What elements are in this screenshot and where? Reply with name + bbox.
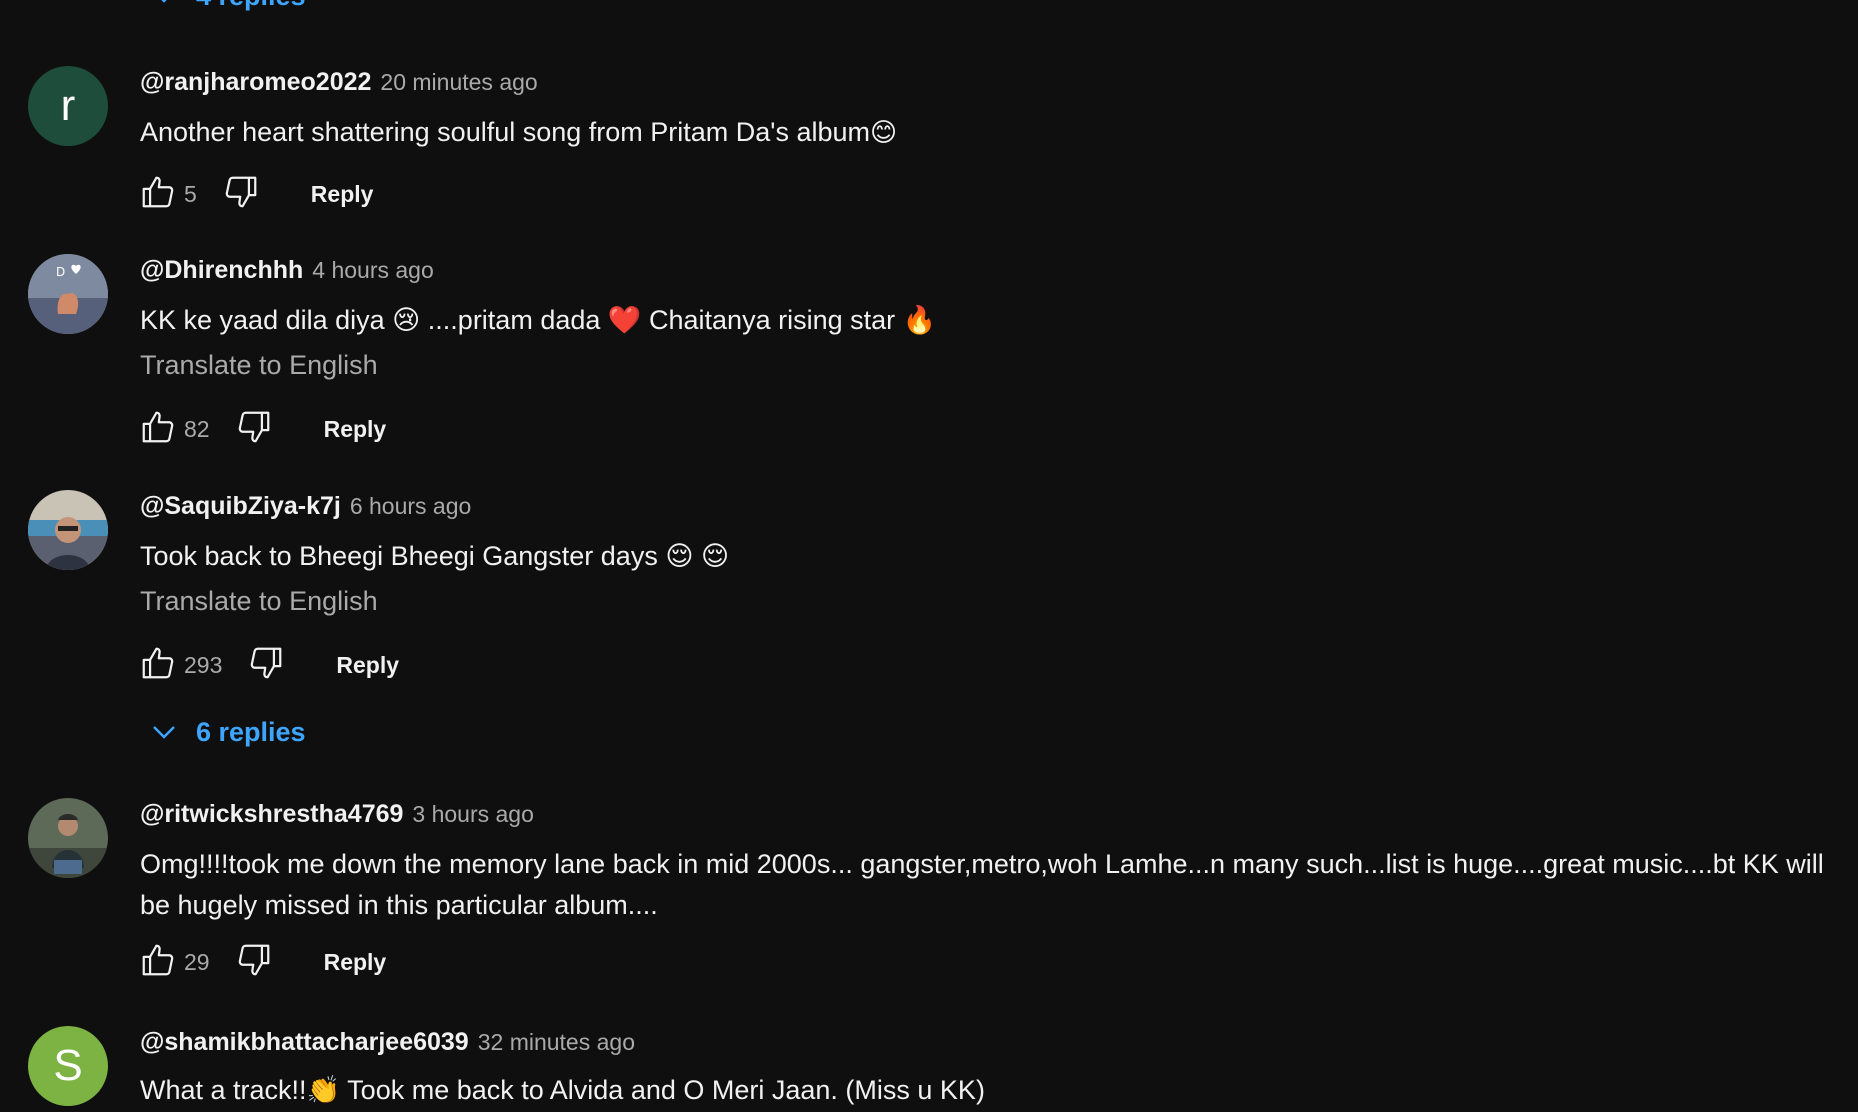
avatar-image (28, 798, 108, 878)
dislike-button[interactable] (219, 172, 263, 216)
comment-author[interactable]: @shamikbhattacharjee6039 (140, 1028, 469, 1057)
comment-text-body: Another heart shattering soulful song fr… (140, 117, 871, 147)
thumbs-down-icon (235, 941, 273, 984)
replies-toggle[interactable]: 6 replies (144, 712, 306, 752)
reply-button[interactable]: Reply (324, 416, 387, 443)
like-count: 82 (184, 415, 210, 442)
comment-action-bar: 29 Reply (136, 938, 386, 986)
translate-button[interactable]: Translate to English (140, 350, 378, 381)
like-button[interactable] (136, 940, 180, 984)
like-count: 5 (184, 180, 197, 207)
avatar-image (28, 490, 108, 570)
comment-action-bar: 293 Reply (136, 641, 399, 689)
avatar[interactable] (28, 490, 108, 570)
comment-header: @ritwickshrestha4769 3 hours ago (140, 800, 534, 836)
thumbs-down-icon (235, 408, 273, 451)
comment-author[interactable]: @ranjharomeo2022 (140, 68, 371, 97)
avatar-letter: S (53, 1041, 83, 1090)
like-button[interactable] (136, 407, 180, 451)
comment-timestamp[interactable]: 20 minutes ago (380, 69, 537, 96)
avatar[interactable] (28, 798, 108, 878)
comment-timestamp[interactable]: 6 hours ago (350, 493, 471, 520)
comment-header: @SaquibZiya-k7j 6 hours ago (140, 492, 471, 528)
like-button[interactable] (136, 172, 180, 216)
dislike-button[interactable] (232, 940, 276, 984)
chevron-down-icon (144, 712, 184, 752)
thumbs-down-icon (247, 644, 285, 687)
thumbs-up-icon (139, 644, 177, 687)
comments-section: 4 replies r @ranjharomeo2022 20 minutes … (0, 0, 1858, 1112)
comment-author[interactable]: @Dhirenchhh (140, 256, 303, 285)
thumbs-up-icon (139, 173, 177, 216)
avatar-image: D (28, 254, 108, 334)
smile-emoji: 😊 (870, 117, 898, 147)
reply-button[interactable]: Reply (311, 181, 374, 208)
replies-count-label: 4 replies (196, 0, 306, 12)
thumbs-down-icon (222, 173, 260, 216)
thumbs-up-icon (139, 941, 177, 984)
comment-timestamp[interactable]: 4 hours ago (312, 257, 433, 284)
comment-author[interactable]: @ritwickshrestha4769 (140, 800, 403, 829)
comment-timestamp[interactable]: 32 minutes ago (478, 1029, 635, 1056)
translate-button[interactable]: Translate to English (140, 586, 378, 617)
comment-text: KK ke yaad dila diya 😢 ....pritam dada ❤… (140, 305, 937, 335)
thumbs-up-icon (139, 408, 177, 451)
reply-button[interactable]: Reply (324, 949, 387, 976)
like-count: 293 (184, 651, 223, 678)
dislike-button[interactable] (244, 643, 288, 687)
avatar[interactable]: r (28, 66, 108, 146)
replies-toggle-top[interactable]: 4 replies (144, 0, 306, 16)
comment-action-bar: 82 Reply (136, 405, 386, 453)
comment-text: Took back to Bheegi Bheegi Gangster days… (140, 541, 730, 571)
reply-button[interactable]: Reply (336, 652, 399, 679)
like-button[interactable] (136, 643, 180, 687)
replies-count-label: 6 replies (196, 716, 306, 747)
comment-header: @ranjharomeo2022 20 minutes ago (140, 68, 538, 104)
comment-header: @shamikbhattacharjee6039 32 minutes ago (140, 1028, 635, 1064)
comment-text: What a track!!👏 Took me back to Alvida a… (140, 1075, 985, 1105)
like-count: 29 (184, 948, 210, 975)
comment-author[interactable]: @SaquibZiya-k7j (140, 492, 341, 521)
comment-action-bar: 5 Reply (136, 170, 373, 218)
comment-timestamp[interactable]: 3 hours ago (412, 801, 533, 828)
comment-text: Another heart shattering soulful song fr… (140, 112, 1834, 153)
avatar-letter: r (60, 81, 76, 130)
svg-text:D: D (56, 265, 65, 279)
avatar[interactable]: S (28, 1026, 108, 1106)
chevron-down-icon (144, 0, 184, 16)
comment-text: Omg!!!!took me down the memory lane back… (140, 849, 1824, 920)
avatar[interactable]: D (28, 254, 108, 334)
comment-header: @Dhirenchhh 4 hours ago (140, 256, 434, 292)
dislike-button[interactable] (232, 407, 276, 451)
